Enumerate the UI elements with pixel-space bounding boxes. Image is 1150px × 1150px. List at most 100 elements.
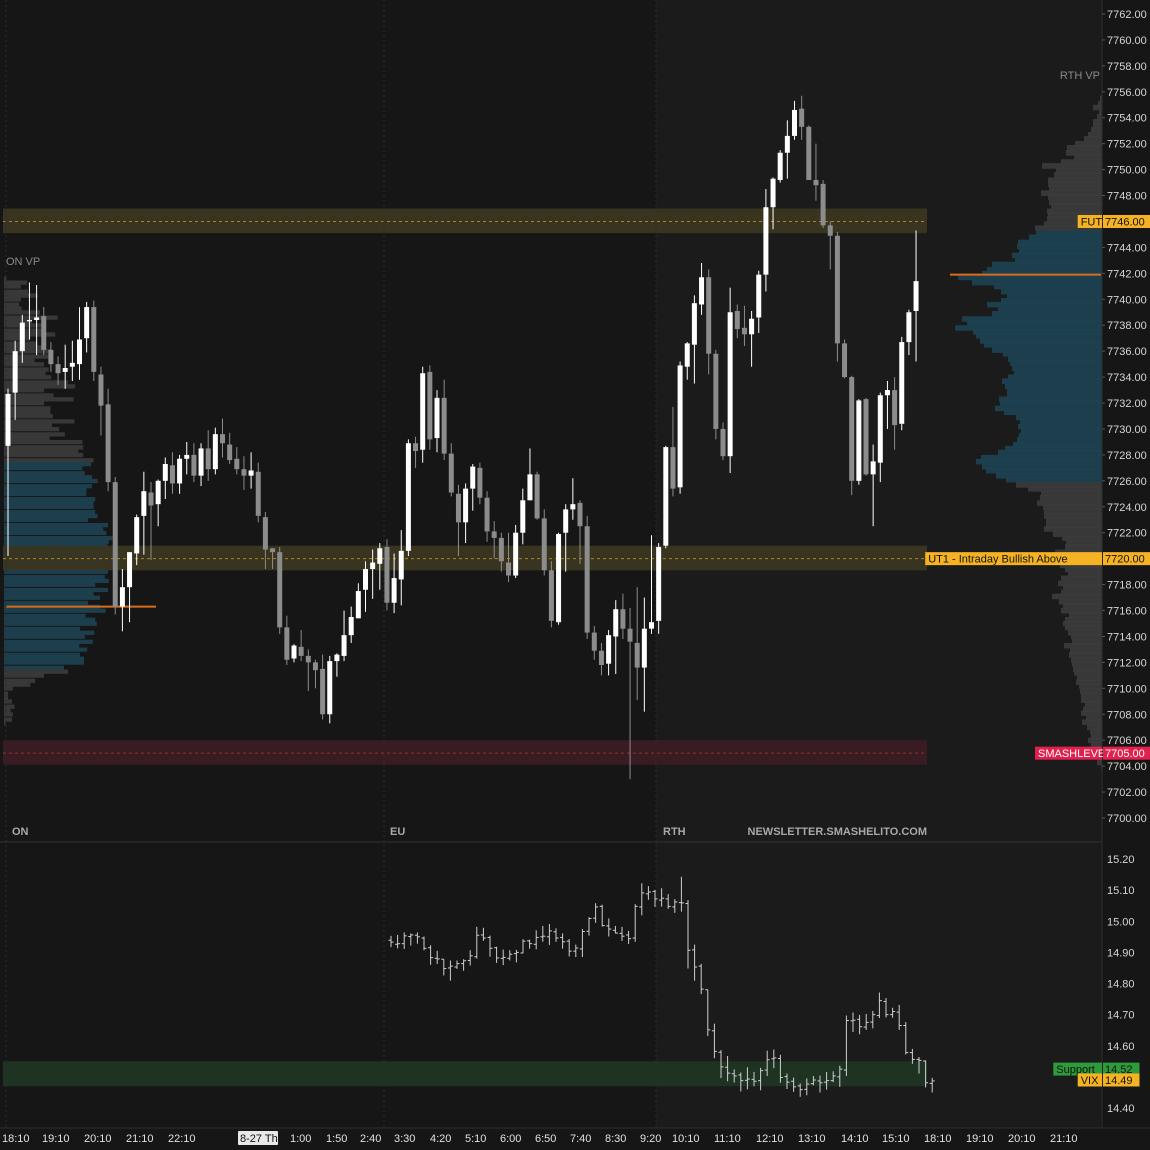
candle-body[interactable] [534,474,540,519]
candle-body[interactable] [355,591,361,619]
trading-chart[interactable]: 7762.00 7760.00 7758.00 7756.00 7754.00 7752.… [0,0,1150,1150]
candle-body[interactable] [813,179,819,186]
candle-body[interactable] [563,509,569,533]
candle-body[interactable] [420,373,426,450]
candle-body[interactable] [691,303,697,345]
candle-body[interactable] [877,395,883,463]
candle-body[interactable] [491,531,497,538]
candle-body[interactable] [384,546,390,603]
candle-body[interactable] [834,235,840,344]
candle-body[interactable] [799,108,805,127]
candle-body[interactable] [598,650,604,665]
candle-body[interactable] [277,552,283,628]
candle-body[interactable] [849,377,855,481]
candle-body[interactable] [270,548,276,553]
candle-body[interactable] [262,517,268,550]
candle-body[interactable] [305,655,311,663]
candle-body[interactable] [620,609,626,629]
candle-body[interactable] [463,488,469,523]
candle-body[interactable] [119,587,125,607]
candle-body[interactable] [312,662,318,671]
candle-body[interactable] [234,458,240,470]
candle-body[interactable] [377,548,383,564]
candle-body[interactable] [856,400,862,481]
candle-body[interactable] [913,281,919,311]
candle-body[interactable] [634,642,640,668]
candle-body[interactable] [298,646,304,656]
candle-body[interactable] [906,312,912,343]
candle-body[interactable] [413,443,419,452]
candle-body[interactable] [127,552,133,588]
candle-body[interactable] [513,532,519,576]
candle-body[interactable] [341,635,347,656]
candle-body[interactable] [484,497,490,532]
candle-body[interactable] [98,374,104,406]
candle-body[interactable] [284,627,290,660]
candle-body[interactable] [863,399,869,475]
candle-body[interactable] [19,322,25,352]
candle-body[interactable] [770,178,776,208]
candle-body[interactable] [684,343,690,367]
candle-body[interactable] [77,339,82,365]
candle-body[interactable] [763,207,769,275]
candle-body[interactable] [212,434,218,470]
candle-body[interactable] [327,661,333,715]
candle-body[interactable] [806,126,812,180]
candle-body[interactable] [713,353,719,429]
candle-body[interactable] [498,537,504,562]
candle-body[interactable] [884,390,890,396]
candle-body[interactable] [26,320,32,322]
candle-body[interactable] [255,471,261,516]
candle-body[interactable] [241,469,247,476]
candle-body[interactable] [548,570,554,621]
candle-body[interactable] [62,368,68,372]
candle-body[interactable] [892,390,898,426]
candle-body[interactable] [649,622,654,629]
candle-body[interactable] [48,349,54,365]
candle-body[interactable] [706,277,712,354]
candle-body[interactable] [756,274,762,318]
candle-body[interactable] [84,307,90,339]
candle-body[interactable] [220,434,225,444]
candle-body[interactable] [141,491,147,516]
candle-body[interactable] [320,668,326,715]
candle-body[interactable] [792,109,797,136]
candle-body[interactable] [784,135,790,153]
candle-body[interactable] [434,397,440,439]
candle-body[interactable] [741,327,747,335]
candle-body[interactable] [55,364,61,374]
candle-body[interactable] [248,470,254,476]
candle-body[interactable] [5,393,11,446]
candle-body[interactable] [177,458,183,484]
candle-body[interactable] [334,654,340,662]
candle-body[interactable] [398,550,404,580]
candle-body[interactable] [720,428,726,457]
candle-body[interactable] [348,617,354,636]
candle-body[interactable] [391,578,397,603]
candle-body[interactable] [541,518,547,571]
candle-body[interactable] [205,448,211,470]
candle-body[interactable] [591,632,597,651]
candle-body[interactable] [198,448,204,476]
candle-body[interactable] [427,371,433,440]
candle-body[interactable] [870,461,876,475]
candle-body[interactable] [455,493,461,523]
candle-body[interactable] [363,569,368,590]
candle-body[interactable] [470,466,476,489]
candle-body[interactable] [520,500,526,533]
candle-body[interactable] [577,502,583,527]
candle-body[interactable] [606,635,612,664]
candle-body[interactable] [148,492,154,506]
candle-body[interactable] [641,628,647,668]
candle-body[interactable] [41,316,47,350]
candle-body[interactable] [570,504,576,510]
candle-body[interactable] [656,546,662,621]
candle-body[interactable] [727,312,733,457]
candle-body[interactable] [677,365,683,488]
candle-body[interactable] [370,562,376,570]
candle-body[interactable] [227,444,233,461]
candle-body[interactable] [405,443,411,551]
candle-body[interactable] [134,517,140,554]
candle-body[interactable] [613,609,619,637]
candle-body[interactable] [105,404,111,483]
